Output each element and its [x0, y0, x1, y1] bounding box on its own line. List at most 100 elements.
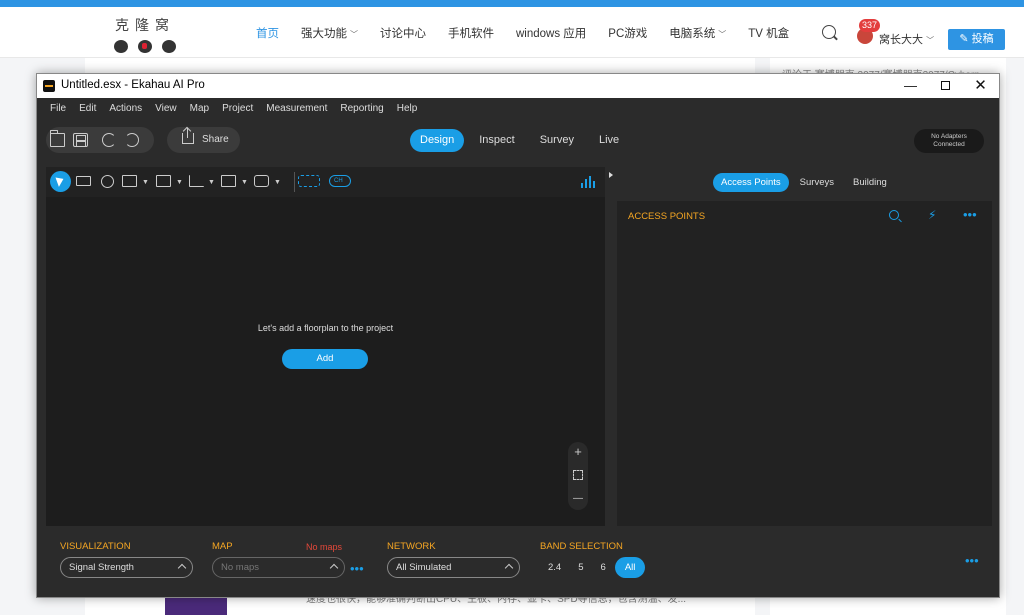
site-username[interactable]: 窝长大大 ﹀ [879, 31, 934, 47]
logo-dot-icon [114, 40, 128, 53]
adapter-status-line2: Connected [933, 141, 965, 148]
site-nav-item-mobile[interactable]: 手机软件 [448, 25, 494, 41]
empty-state-message: Let's add a floorplan to the project [257, 323, 394, 333]
panel-toggle-icon[interactable] [609, 172, 613, 178]
zoom-in-button[interactable]: + [568, 445, 588, 459]
tab-design[interactable]: Design [410, 129, 465, 152]
chevron-down-icon[interactable]: ▼ [241, 179, 248, 186]
site-nav-item-forum[interactable]: 讨论中心 [380, 25, 426, 41]
window-title: Untitled.esx - Ekahau AI Pro [61, 79, 205, 91]
band-2-4-option[interactable]: 2.4 [540, 557, 569, 578]
channel-label: CH [334, 178, 343, 184]
open-folder-icon[interactable] [50, 130, 65, 147]
fit-to-screen-icon[interactable] [573, 470, 583, 480]
menu-reporting[interactable]: Reporting [340, 103, 383, 114]
maximize-icon [941, 81, 950, 90]
post-button[interactable]: ✎ 投稿 [948, 29, 1005, 50]
undo-icon[interactable] [102, 133, 116, 147]
file-actions-group [46, 127, 154, 153]
attenuation-tool-icon[interactable] [156, 175, 171, 187]
minimize-button[interactable]: — [894, 74, 927, 98]
band-5-option[interactable]: 5 [570, 557, 591, 578]
select-tool-icon[interactable] [50, 171, 71, 192]
tab-survey[interactable]: Survey [530, 129, 584, 152]
tab-access-points[interactable]: Access Points [713, 172, 789, 192]
tab-building[interactable]: Building [845, 173, 895, 192]
menu-file[interactable]: File [50, 103, 66, 114]
chevron-down-icon: ﹀ [926, 36, 935, 45]
site-nav-item-features[interactable]: 强大功能 ﹀ [301, 25, 358, 41]
crosshair-icon[interactable] [101, 175, 114, 188]
menu-actions[interactable]: Actions [109, 103, 142, 114]
search-icon[interactable] [889, 210, 899, 220]
site-nav-item-windows[interactable]: windows 应用 [516, 25, 586, 41]
adapter-status-line1: No Adapters [931, 133, 967, 140]
lightning-icon[interactable]: ⚡ [928, 208, 936, 222]
auto-place-ap-icon[interactable] [298, 175, 320, 187]
window-titlebar[interactable]: Untitled.esx - Ekahau AI Pro — ✕ [37, 74, 999, 98]
save-icon[interactable] [73, 133, 88, 147]
band-selection-label: BAND SELECTION [540, 541, 623, 552]
map-label: MAP [212, 541, 233, 552]
site-nav-item-home[interactable]: 首页 [256, 25, 279, 41]
maximize-button[interactable] [929, 74, 962, 98]
chevron-up-icon [177, 563, 187, 573]
share-label: Share [202, 134, 229, 145]
map-select[interactable]: No maps [212, 557, 345, 578]
more-options-icon[interactable]: ••• [965, 554, 979, 568]
access-points-header: ACCESS POINTS ⚡ ••• [617, 201, 992, 232]
chevron-down-icon[interactable]: ▼ [208, 179, 215, 186]
zoom-out-button[interactable]: — [568, 492, 588, 506]
requirement-tool-icon[interactable] [221, 175, 236, 187]
band-all-option[interactable]: All [614, 557, 646, 578]
visualization-label: VISUALIZATION [60, 541, 131, 552]
tab-surveys[interactable]: Surveys [792, 173, 842, 192]
chevron-down-icon[interactable]: ▼ [274, 179, 281, 186]
menu-bar: File Edit Actions View Map Project Measu… [37, 98, 999, 119]
area-tool-icon[interactable] [189, 175, 204, 187]
tab-live[interactable]: Live [589, 129, 629, 152]
close-button[interactable]: ✕ [964, 74, 997, 98]
menu-project[interactable]: Project [222, 103, 253, 114]
site-nav: 首页 强大功能 ﹀ 讨论中心 手机软件 windows 应用 PC游戏 电脑系统 ﹀… [256, 7, 811, 58]
wall-tool-icon[interactable] [122, 175, 137, 187]
network-select[interactable]: All Simulated [387, 557, 520, 578]
notification-badge: 337 [859, 19, 881, 32]
share-button[interactable]: Share [167, 127, 240, 153]
site-logo-text: 克隆窝 [115, 18, 175, 34]
main-toolbar: Share Design Inspect Survey Live No Adap… [37, 119, 999, 163]
chevron-down-icon[interactable]: ▼ [142, 179, 149, 186]
site-header: 克隆窝 首页 强大功能 ﹀ 讨论中心 手机软件 windows 应用 PC游戏 电… [0, 7, 1024, 58]
site-nav-item-pc-games[interactable]: PC游戏 [608, 25, 647, 41]
visualization-select[interactable]: Signal Strength [60, 557, 193, 578]
logo-dot-icon [138, 40, 152, 53]
logo-dot-icon [162, 40, 176, 53]
band-6-option[interactable]: 6 [593, 557, 614, 578]
right-panel-tabs: Access Points Surveys Building [713, 172, 898, 192]
chevron-down-icon[interactable]: ▼ [176, 179, 183, 186]
more-options-icon[interactable]: ••• [963, 207, 977, 222]
note-tool-icon[interactable] [254, 175, 269, 187]
add-floorplan-button[interactable]: Add [282, 349, 368, 369]
article-thumbnail[interactable] [165, 598, 227, 615]
site-logo[interactable]: 克隆窝 [110, 13, 180, 57]
adapter-status-badge[interactable]: No Adapters Connected [914, 129, 984, 153]
app-logo-icon [43, 80, 55, 92]
band-selector: 2.4 5 6 All [540, 557, 646, 578]
menu-view[interactable]: View [155, 103, 177, 114]
floorplan-canvas[interactable]: Let's add a floorplan to the project Add… [46, 197, 605, 526]
bar-chart-icon[interactable] [581, 176, 597, 188]
redo-icon[interactable] [125, 133, 139, 147]
map-more-icon[interactable]: ••• [350, 562, 364, 576]
site-nav-item-systems[interactable]: 电脑系统 ﹀ [669, 25, 726, 41]
no-maps-warning: No maps [306, 542, 343, 552]
menu-map[interactable]: Map [190, 103, 209, 114]
ruler-icon[interactable] [76, 176, 91, 186]
menu-help[interactable]: Help [397, 103, 418, 114]
search-icon[interactable] [822, 25, 836, 39]
tab-inspect[interactable]: Inspect [469, 129, 524, 152]
menu-measurement[interactable]: Measurement [266, 103, 327, 114]
chevron-up-icon [329, 563, 339, 573]
menu-edit[interactable]: Edit [79, 103, 96, 114]
site-nav-item-tv[interactable]: TV 机盒 [748, 25, 789, 41]
